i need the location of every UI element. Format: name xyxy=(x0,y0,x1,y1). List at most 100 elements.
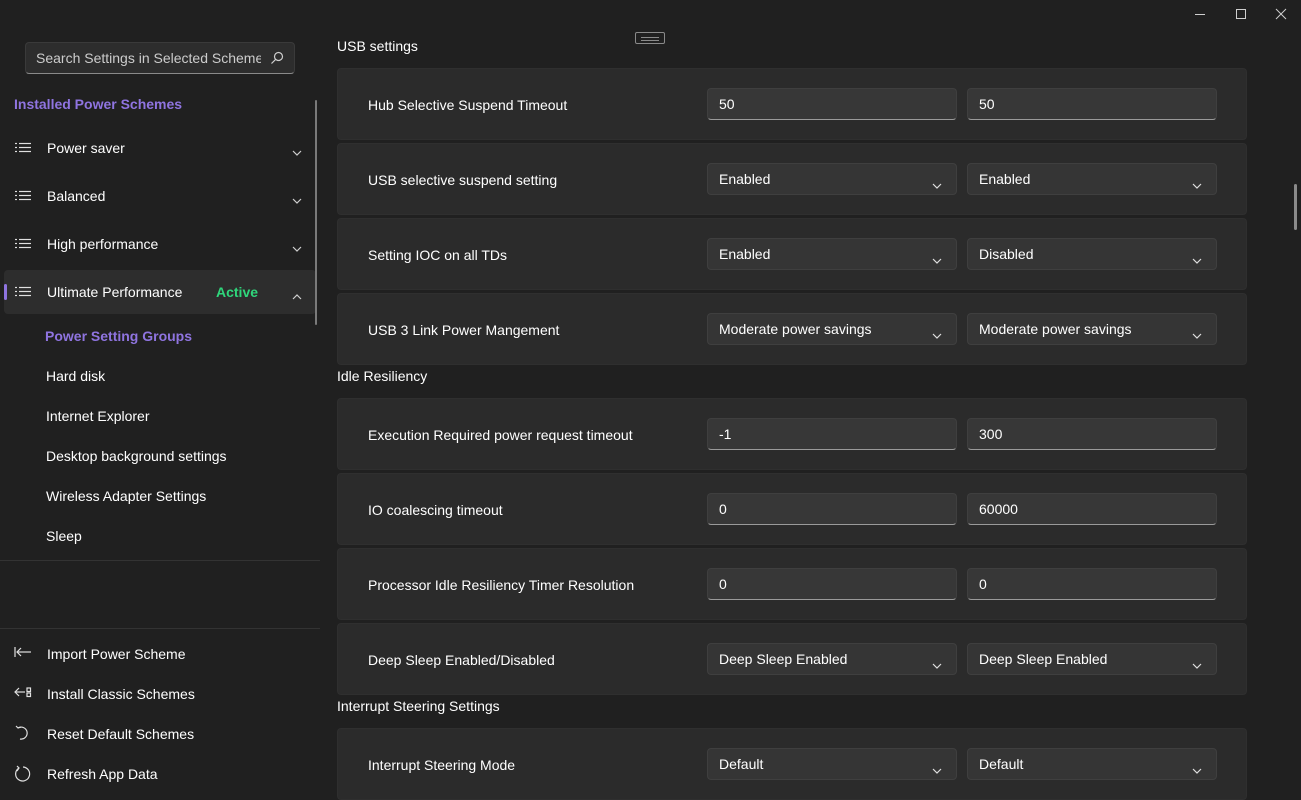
field-value: 0 xyxy=(719,501,727,517)
scheme-item[interactable]: Balanced xyxy=(4,174,316,218)
value-dropdown[interactable]: Deep Sleep Enabled xyxy=(967,643,1217,675)
value-dropdown[interactable]: Moderate power savings xyxy=(967,313,1217,345)
close-button[interactable] xyxy=(1261,0,1301,28)
scheme-label: Balanced xyxy=(47,188,106,204)
value-dropdown[interactable]: Default xyxy=(707,748,957,780)
search-icon[interactable] xyxy=(270,51,284,65)
chevron-down-icon[interactable] xyxy=(292,143,302,159)
field-value: Default xyxy=(719,756,764,772)
value-input[interactable]: 50 xyxy=(967,88,1217,120)
chevron-down-icon xyxy=(1192,326,1202,342)
value-input[interactable]: 60000 xyxy=(967,493,1217,525)
chevron-down-icon xyxy=(1192,656,1202,672)
chevron-down-icon xyxy=(932,326,942,342)
field-value: Enabled xyxy=(979,171,1031,187)
chevron-up-icon[interactable] xyxy=(292,287,302,303)
setting-card: Hub Selective Suspend Timeout 50 50 xyxy=(337,68,1247,140)
minimize-icon xyxy=(1195,14,1205,15)
action-label: Refresh App Data xyxy=(47,766,158,782)
value-input[interactable]: 0 xyxy=(707,493,957,525)
settings-panel: USB settings Hub Selective Suspend Timeou… xyxy=(320,32,1301,800)
field-value: 50 xyxy=(979,96,995,112)
value-dropdown[interactable]: Moderate power savings xyxy=(707,313,957,345)
value-dropdown[interactable]: Enabled xyxy=(967,163,1217,195)
value-dropdown[interactable]: Enabled xyxy=(707,238,957,270)
power-group-item[interactable]: Wireless Adapter Settings xyxy=(46,488,206,504)
setting-card: Deep Sleep Enabled/Disabled Deep Sleep En… xyxy=(337,623,1247,695)
value-dropdown[interactable]: Enabled xyxy=(707,163,957,195)
value-dropdown[interactable]: Deep Sleep Enabled xyxy=(707,643,957,675)
field-value: Enabled xyxy=(719,171,771,187)
setting-name: Setting IOC on all TDs xyxy=(368,247,508,263)
power-group-item[interactable]: Sleep xyxy=(46,528,82,544)
scheme-item[interactable]: High performance xyxy=(4,222,316,266)
scheme-item[interactable]: Power saver xyxy=(4,126,316,170)
chevron-down-icon[interactable] xyxy=(292,239,302,255)
drag-handle[interactable] xyxy=(635,32,665,44)
divider xyxy=(0,628,320,629)
setting-card: Processor Idle Resiliency Timer Resoluti… xyxy=(337,548,1247,620)
chevron-down-icon xyxy=(1192,176,1202,192)
power-setting-groups-link[interactable]: Power Setting Groups xyxy=(45,328,192,344)
reset-icon xyxy=(14,725,32,744)
chevron-down-icon xyxy=(932,176,942,192)
value-input[interactable]: -1 xyxy=(707,418,957,450)
scheme-label: High performance xyxy=(47,236,159,252)
field-value: Enabled xyxy=(719,246,771,262)
scheme-label: Ultimate Performance xyxy=(47,284,183,300)
sidebar-action[interactable]: Reset Default Schemes xyxy=(0,714,320,754)
chevron-down-icon[interactable] xyxy=(292,191,302,207)
scheme-item[interactable]: Ultimate Performance Active xyxy=(4,270,316,314)
import-icon xyxy=(14,645,32,662)
setting-name: USB selective suspend setting xyxy=(368,172,558,188)
setting-card: Interrupt Steering Mode Default Default xyxy=(337,728,1247,800)
selection-indicator xyxy=(4,284,7,300)
field-value: Moderate power savings xyxy=(719,321,872,337)
title-bar xyxy=(0,0,1301,32)
setting-name: USB 3 Link Power Mangement xyxy=(368,322,560,338)
search-box[interactable] xyxy=(25,42,295,74)
field-value: 0 xyxy=(719,576,727,592)
action-label: Install Classic Schemes xyxy=(47,686,195,702)
value-input[interactable]: 300 xyxy=(967,418,1217,450)
close-icon xyxy=(1275,8,1287,20)
field-value: 50 xyxy=(719,96,735,112)
maximize-icon xyxy=(1236,9,1246,19)
setting-name: IO coalescing timeout xyxy=(368,502,503,518)
value-dropdown[interactable]: Disabled xyxy=(967,238,1217,270)
maximize-button[interactable] xyxy=(1221,0,1261,28)
setting-card: Setting IOC on all TDs Enabled Disabled xyxy=(337,218,1247,290)
chevron-down-icon xyxy=(932,251,942,267)
sidebar-action[interactable]: Refresh App Data xyxy=(0,754,320,794)
list-icon xyxy=(15,141,31,158)
power-group-item[interactable]: Desktop background settings xyxy=(46,448,227,464)
field-value: 60000 xyxy=(979,501,1018,517)
setting-card: USB selective suspend setting Enabled Enab… xyxy=(337,143,1247,215)
setting-card: Execution Required power request timeout… xyxy=(337,398,1247,470)
search-input[interactable] xyxy=(36,50,261,66)
value-input[interactable]: 50 xyxy=(707,88,957,120)
sidebar-action[interactable]: Import Power Scheme xyxy=(0,634,320,674)
power-group-item[interactable]: Hard disk xyxy=(46,368,105,384)
setting-name: Execution Required power request timeout xyxy=(368,427,633,443)
field-value: Moderate power savings xyxy=(979,321,1132,337)
value-input[interactable]: 0 xyxy=(967,568,1217,600)
install-icon xyxy=(14,685,32,702)
divider xyxy=(0,560,320,561)
section-heading: USB settings xyxy=(337,38,418,54)
chevron-down-icon xyxy=(1192,761,1202,777)
power-group-item[interactable]: Internet Explorer xyxy=(46,408,150,424)
value-input[interactable]: 0 xyxy=(707,568,957,600)
minimize-button[interactable] xyxy=(1180,0,1220,28)
sidebar-action[interactable]: Install Classic Schemes xyxy=(0,674,320,714)
chevron-down-icon xyxy=(1192,251,1202,267)
setting-name: Interrupt Steering Mode xyxy=(368,757,516,773)
field-value: Disabled xyxy=(979,246,1034,262)
value-dropdown[interactable]: Default xyxy=(967,748,1217,780)
chevron-down-icon xyxy=(932,656,942,672)
sidebar-scrollbar[interactable] xyxy=(315,100,317,325)
setting-name: Hub Selective Suspend Timeout xyxy=(368,97,568,113)
setting-name: Deep Sleep Enabled/Disabled xyxy=(368,652,555,668)
main-scrollbar[interactable] xyxy=(1294,184,1297,230)
field-value: 300 xyxy=(979,426,1003,442)
